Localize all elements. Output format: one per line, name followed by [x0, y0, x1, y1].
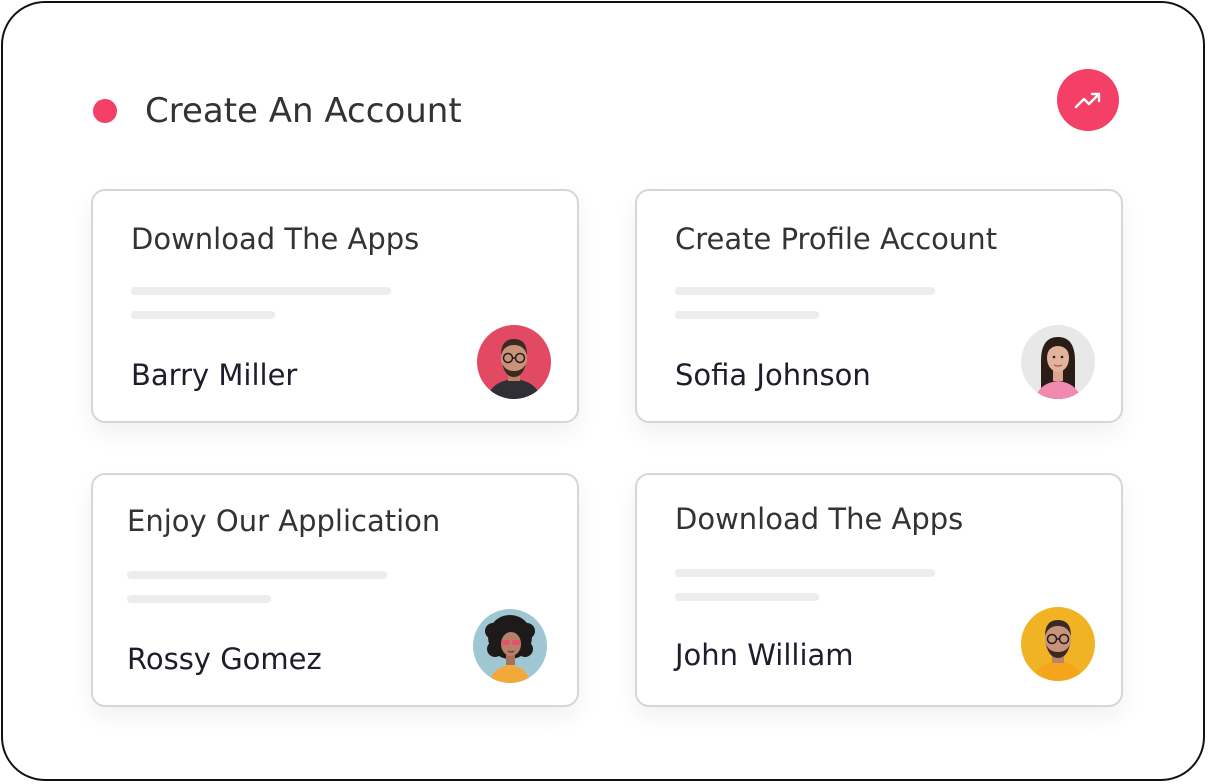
card-title: Download The Apps: [675, 502, 964, 536]
card-title: Create Profile Account: [675, 222, 998, 256]
account-card[interactable]: Download The Apps Barry Miller: [91, 189, 579, 423]
app-frame: Create An Account Download The Apps Barr…: [1, 1, 1205, 781]
avatar: [477, 325, 551, 399]
placeholder-line: [675, 287, 935, 295]
user-name: Sofia Johnson: [675, 358, 871, 392]
user-name: Barry Miller: [131, 358, 298, 392]
avatar: [1021, 325, 1095, 399]
placeholder-line: [675, 593, 819, 601]
account-card[interactable]: Enjoy Our Application Rossy Gomez: [91, 473, 579, 707]
trending-up-icon: [1074, 92, 1101, 109]
placeholder-line: [127, 571, 387, 579]
account-card[interactable]: Download The Apps John William: [635, 473, 1123, 707]
placeholder-line: [131, 287, 391, 295]
avatar: [1021, 607, 1095, 681]
user-name: Rossy Gomez: [127, 642, 322, 676]
placeholder-line: [127, 595, 271, 603]
page-title: Create An Account: [145, 91, 462, 131]
account-card[interactable]: Create Profile Account Sofia Johnson: [635, 189, 1123, 423]
status-dot: [93, 99, 117, 123]
trend-button[interactable]: [1057, 69, 1119, 131]
placeholder-line: [131, 311, 275, 319]
placeholder-line: [675, 569, 935, 577]
placeholder-line: [675, 311, 819, 319]
card-title: Download The Apps: [131, 222, 420, 256]
card-title: Enjoy Our Application: [127, 504, 441, 538]
user-name: John William: [675, 638, 854, 672]
avatar: [473, 609, 547, 683]
